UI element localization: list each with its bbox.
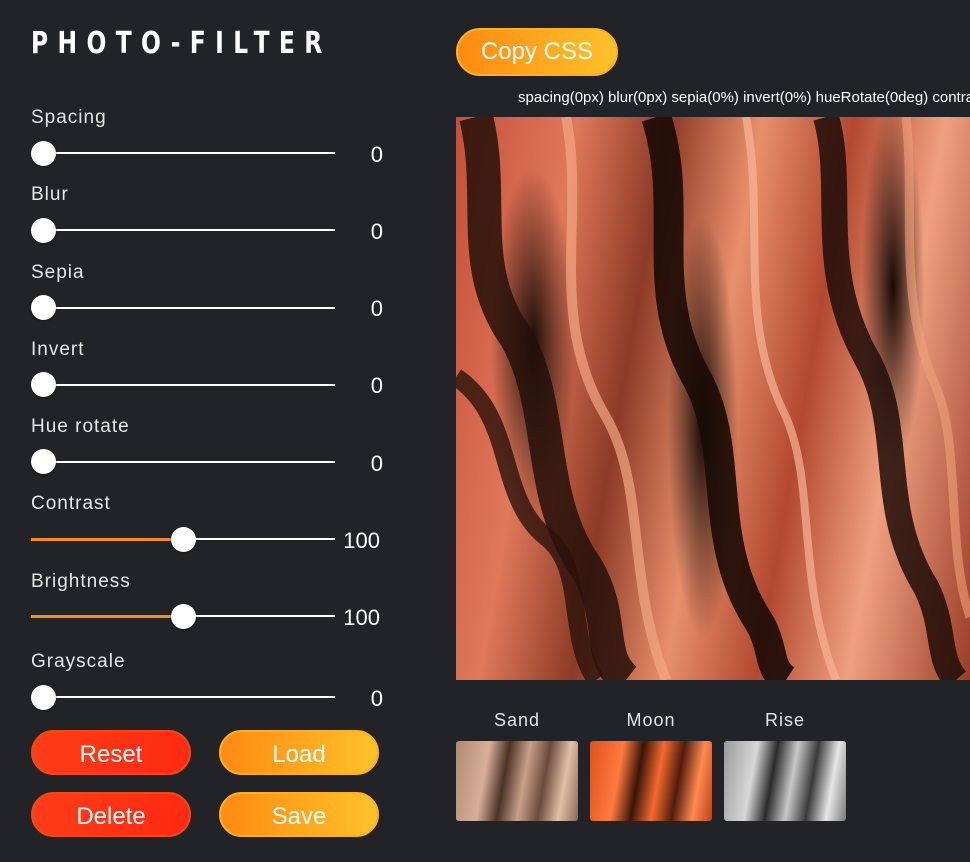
- control-value: 0: [370, 296, 383, 321]
- preset-thumbnail[interactable]: [590, 741, 712, 821]
- control-contrast: Contrast 100: [31, 493, 391, 553]
- reset-button[interactable]: Reset: [31, 730, 191, 775]
- preset-thumbnail[interactable]: [724, 741, 846, 821]
- slider-track[interactable]: [31, 152, 335, 154]
- slider-thumb[interactable]: [171, 527, 196, 552]
- css-output: spacing(0px) blur(0px) sepia(0%) invert(…: [518, 89, 970, 106]
- preset-label: Rise: [764, 710, 805, 730]
- control-grayscale: Grayscale 0: [31, 651, 391, 711]
- slider-thumb[interactable]: [31, 295, 56, 320]
- slider-thumb[interactable]: [171, 604, 196, 629]
- control-value: 0: [370, 686, 383, 711]
- copy-css-button[interactable]: Copy CSS: [456, 28, 618, 76]
- slider-thumb[interactable]: [31, 449, 56, 474]
- slider-track[interactable]: [31, 696, 335, 698]
- control-label: Brightness: [31, 571, 131, 592]
- slider-thumb[interactable]: [31, 218, 56, 243]
- control-label: Grayscale: [31, 651, 126, 672]
- preset-label: Moon: [626, 710, 676, 730]
- control-sepia: Sepia 0: [31, 262, 391, 322]
- control-value: 0: [370, 142, 383, 167]
- delete-button[interactable]: Delete: [31, 792, 191, 837]
- preset-label: Sand: [493, 710, 541, 730]
- slider-thumb[interactable]: [31, 685, 56, 710]
- control-label: Contrast: [31, 493, 111, 514]
- control-invert: Invert 0: [31, 339, 391, 399]
- control-label: Blur: [31, 184, 69, 205]
- control-value: 100: [343, 605, 380, 630]
- control-blur: Blur 0: [31, 184, 391, 244]
- preview-image: [456, 117, 970, 680]
- control-spacing: Spacing 0: [31, 107, 391, 167]
- control-value: 0: [370, 451, 383, 476]
- save-button[interactable]: Save: [219, 792, 379, 837]
- preset-thumbnail[interactable]: [456, 741, 578, 821]
- slider-thumb[interactable]: [31, 372, 56, 397]
- control-value: 0: [370, 373, 383, 398]
- slider-fill: [31, 538, 183, 541]
- preset-sand[interactable]: Sand: [456, 710, 578, 821]
- slider-track[interactable]: [31, 461, 335, 463]
- control-label: Invert: [31, 339, 85, 360]
- slider-track[interactable]: [31, 229, 335, 231]
- app-title: PHOTO-FILTER: [31, 26, 332, 61]
- control-brightness: Brightness 100: [31, 571, 391, 631]
- preset-moon[interactable]: Moon: [590, 710, 712, 821]
- slider-thumb[interactable]: [31, 141, 56, 166]
- load-button[interactable]: Load: [219, 730, 379, 775]
- slider-track[interactable]: [31, 384, 335, 386]
- control-hue-rotate: Hue rotate 0: [31, 416, 391, 476]
- control-value: 0: [370, 219, 383, 244]
- preset-rise[interactable]: Rise: [724, 710, 846, 821]
- control-label: Sepia: [31, 262, 85, 283]
- control-label: Hue rotate: [31, 416, 130, 437]
- control-value: 100: [343, 528, 380, 553]
- slider-fill: [31, 615, 183, 618]
- marble-texture: [456, 117, 970, 680]
- control-label: Spacing: [31, 107, 107, 128]
- slider-track[interactable]: [31, 307, 335, 309]
